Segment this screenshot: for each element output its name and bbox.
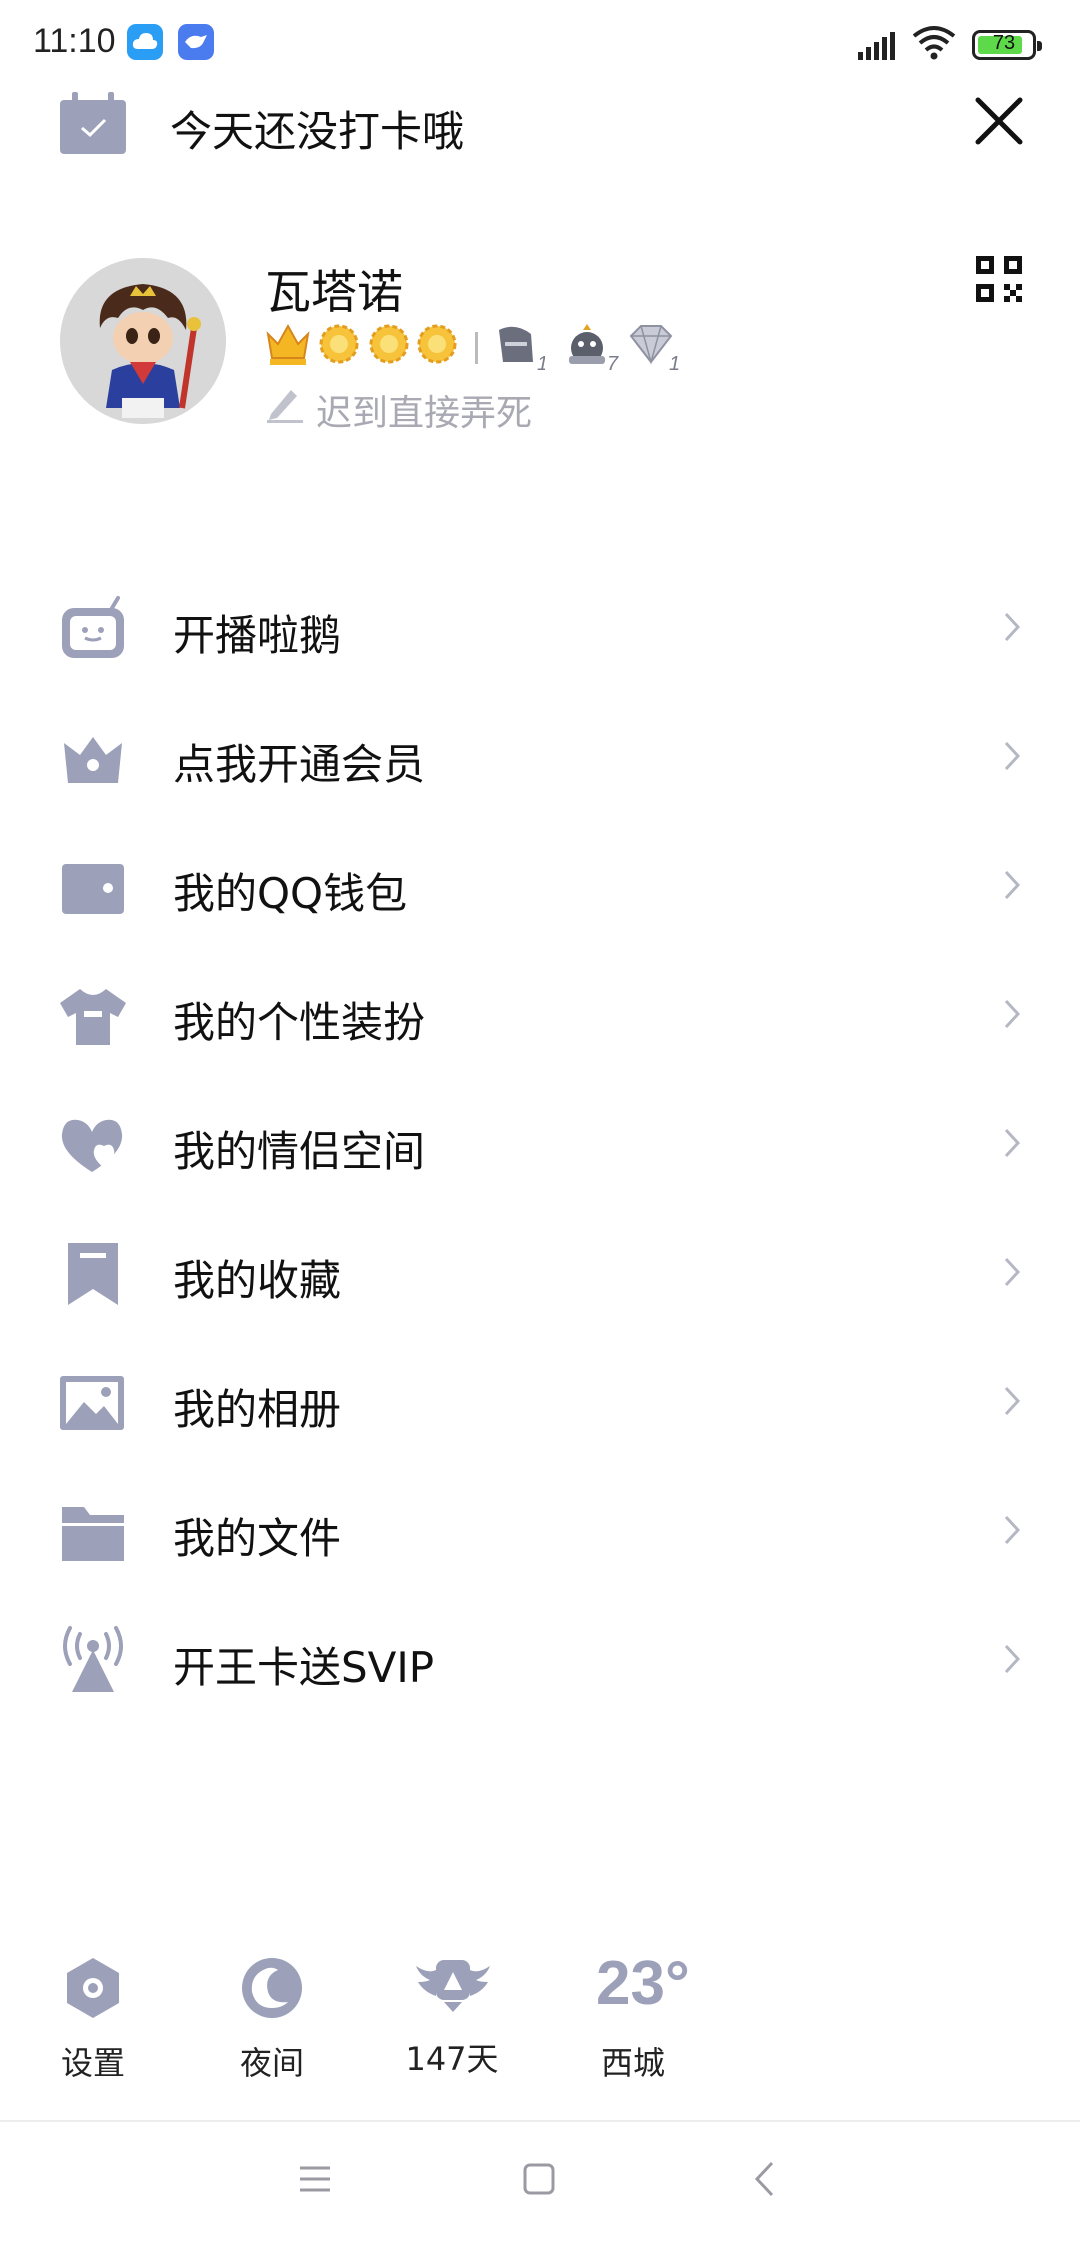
badge-separator bbox=[475, 332, 478, 364]
chevron-right-icon bbox=[1004, 1386, 1021, 1416]
menu-label: 我的情侣空间 bbox=[173, 1127, 426, 1176]
chevron-right-icon bbox=[1004, 612, 1021, 642]
menu-label: 我的收藏 bbox=[173, 1256, 342, 1305]
signal-icon bbox=[858, 32, 895, 60]
menu-item-live[interactable]: 开播啦鹅 bbox=[0, 564, 1080, 693]
battery-level: 73 bbox=[992, 32, 1016, 54]
menu-label: 开播啦鹅 bbox=[173, 611, 342, 660]
crown-icon bbox=[64, 737, 122, 783]
menu-item-favorites[interactable]: 我的收藏 bbox=[0, 1209, 1080, 1338]
folder-icon bbox=[62, 1507, 124, 1561]
sun-icon bbox=[369, 324, 409, 364]
diamond-badge-icon: 1 bbox=[629, 325, 680, 372]
settings-button[interactable]: 设置 bbox=[13, 1948, 173, 2088]
menu-label: 我的文件 bbox=[173, 1514, 342, 1563]
username: 瓦塔诺 bbox=[265, 265, 403, 319]
menu-item-couple[interactable]: 我的情侣空间 bbox=[0, 1080, 1080, 1209]
badge-number: 1 bbox=[669, 353, 680, 372]
chevron-right-icon bbox=[1004, 999, 1021, 1029]
home-icon[interactable] bbox=[522, 2162, 556, 2196]
night-label: 夜间 bbox=[239, 2044, 304, 2082]
menu-item-vip[interactable]: 点我开通会员 bbox=[0, 693, 1080, 822]
back-icon[interactable] bbox=[752, 2160, 776, 2198]
status-bar: 11:10 73 bbox=[0, 0, 1080, 86]
sun-icon bbox=[319, 324, 359, 364]
winged-badge-icon bbox=[416, 1960, 490, 2012]
menu-item-files[interactable]: 我的文件 bbox=[0, 1467, 1080, 1596]
weather-location-button[interactable]: 西城 bbox=[553, 1948, 713, 2088]
chevron-right-icon bbox=[1004, 870, 1021, 900]
chevron-right-icon bbox=[1004, 1515, 1021, 1545]
settings-icon bbox=[67, 1958, 119, 2018]
menu-label: 我的个性装扮 bbox=[173, 998, 426, 1047]
menu-icon[interactable] bbox=[298, 2164, 332, 2194]
wallet-icon bbox=[62, 864, 124, 914]
antenna-icon bbox=[63, 1626, 123, 1692]
menu-item-wallet[interactable]: 我的QQ钱包 bbox=[0, 822, 1080, 951]
menu-item-album[interactable]: 我的相册 bbox=[0, 1338, 1080, 1467]
battery-indicator: 73 bbox=[972, 30, 1042, 60]
qr-code-icon[interactable] bbox=[976, 256, 1022, 302]
crown-icon bbox=[266, 323, 310, 365]
checkin-text[interactable]: 今天还没打卡哦 bbox=[170, 98, 464, 159]
menu-item-kingcard[interactable]: 开王卡送SVIP bbox=[0, 1596, 1080, 1725]
bookmark-icon bbox=[68, 1243, 118, 1305]
chevron-right-icon bbox=[1004, 741, 1021, 771]
status-time: 11:10 bbox=[33, 22, 116, 60]
sun-icon bbox=[417, 324, 457, 364]
menu-label: 我的相册 bbox=[173, 1385, 342, 1434]
pencil-icon[interactable] bbox=[265, 384, 305, 424]
menu-label: 我的QQ钱包 bbox=[173, 869, 408, 918]
wifi-icon bbox=[912, 26, 956, 60]
bird-app-icon bbox=[178, 24, 214, 60]
image-icon bbox=[60, 1376, 124, 1430]
knight-badge-icon: 1 bbox=[499, 326, 545, 372]
days-button[interactable]: 147天 bbox=[372, 1948, 532, 2088]
chevron-right-icon bbox=[1004, 1257, 1021, 1287]
night-mode-button[interactable]: 夜间 bbox=[192, 1948, 352, 2088]
days-label: 147天 bbox=[405, 2040, 499, 2078]
shirt-icon bbox=[60, 989, 126, 1045]
settings-label: 设置 bbox=[60, 2044, 125, 2082]
avatar[interactable] bbox=[60, 258, 226, 424]
chevron-right-icon bbox=[1004, 1644, 1021, 1674]
calendar-check-icon[interactable] bbox=[60, 92, 126, 154]
signature-text[interactable]: 迟到直接弄死 bbox=[316, 384, 532, 436]
system-nav-bar bbox=[0, 2122, 1080, 2248]
menu-label: 开王卡送SVIP bbox=[173, 1643, 435, 1692]
penguin-badge-icon: 7 bbox=[569, 324, 619, 372]
tv-icon bbox=[62, 596, 124, 658]
menu-item-theme[interactable]: 我的个性装扮 bbox=[0, 951, 1080, 1080]
cloud-app-icon bbox=[127, 24, 163, 60]
badge-number: 1 bbox=[537, 353, 545, 372]
hearts-icon bbox=[61, 1119, 123, 1172]
menu-label: 点我开通会员 bbox=[173, 740, 426, 789]
badge-number: 7 bbox=[607, 353, 619, 372]
moon-icon bbox=[242, 1958, 302, 2018]
location-label: 西城 bbox=[600, 2044, 665, 2082]
chevron-right-icon bbox=[1004, 1128, 1021, 1158]
close-icon[interactable] bbox=[974, 96, 1024, 146]
